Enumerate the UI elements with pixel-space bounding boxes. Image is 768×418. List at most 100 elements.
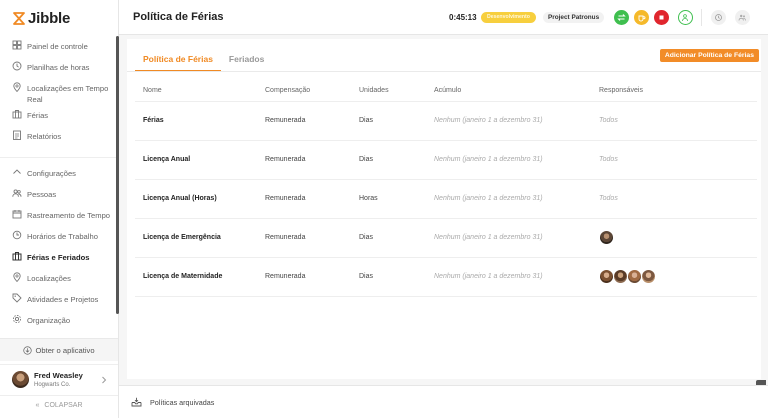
assignee-avatars[interactable] [599, 230, 757, 245]
people-icon [12, 189, 22, 197]
footer-bar: Políticas arquivadas [119, 385, 768, 418]
sidebar-item-label: Pessoas [27, 190, 57, 199]
policy-compensation: Remunerada [257, 179, 351, 219]
column-header-name[interactable]: Nome [135, 80, 257, 102]
sidebar-item-label: Horários de Trabalho [27, 232, 98, 241]
user-name: Fred Weasley [34, 371, 83, 380]
coffee-icon [638, 15, 646, 22]
sidebar: Jibble Painel de controle Planilhas de h… [0, 0, 119, 418]
sidebar-item-timesheets[interactable]: Planilhas de horas [0, 61, 116, 82]
sidebar-item-dashboard[interactable]: Painel de controle [0, 40, 116, 61]
header-divider [701, 9, 702, 26]
table-row[interactable]: Licença Anual (Horas) Remunerada Horas N… [135, 179, 757, 219]
column-header-units: Unidades [351, 80, 426, 102]
clock-icon [12, 61, 22, 71]
policies-table: Nome Compensação Unidades Acúmulo Respon… [135, 80, 757, 297]
assignee-avatars[interactable] [599, 269, 757, 284]
sidebar-item-locations[interactable]: Localizações [0, 272, 116, 293]
clock-outline-icon [715, 14, 722, 21]
clock-in-person-button[interactable] [678, 10, 693, 25]
sidebar-item-reports[interactable]: Relatórios [0, 130, 116, 151]
policy-assignees: Todos [591, 140, 757, 180]
policy-units: Dias [351, 140, 426, 180]
table-row[interactable]: Licença de Maternidade Remunerada Dias N… [135, 257, 757, 297]
tabs: Política de Férias Feriados [135, 49, 272, 72]
download-icon [23, 345, 33, 355]
double-chevron-left-icon: « [35, 402, 40, 409]
collapse-label: COLAPSAR [44, 402, 83, 409]
sidebar-item-time-tracking[interactable]: Rastreamento de Tempo [0, 209, 116, 230]
avatar [641, 269, 656, 284]
get-app-button[interactable]: Obter o aplicativo [0, 338, 118, 361]
switch-activity-button[interactable] [614, 10, 629, 25]
avatar [599, 230, 614, 245]
archived-policies-link[interactable]: Políticas arquivadas [131, 397, 214, 407]
tab-holidays[interactable]: Feriados [221, 49, 272, 72]
column-header-assignees: Responsáveis [591, 80, 757, 102]
dashboard-icon [12, 40, 22, 50]
brand-name: Jibble [28, 9, 71, 27]
main-content: Política de Férias Feriados Adicionar Po… [119, 35, 768, 418]
table-header-row: Nome Compensação Unidades Acúmulo Respon… [135, 80, 757, 102]
policy-accrual: Nenhum (janeiro 1 a dezembro 31) [426, 179, 591, 219]
project-badge[interactable]: Project Patronus [543, 12, 605, 23]
tag-icon [12, 293, 22, 303]
sidebar-item-live-locations[interactable]: Localizações em Tempo Real [0, 82, 116, 109]
policy-name: Licença Anual (Horas) [135, 179, 257, 219]
archive-tray-icon [131, 397, 142, 407]
location-pin-icon [13, 272, 21, 282]
table-row[interactable]: Licença de Emergência Remunerada Dias Ne… [135, 218, 757, 258]
break-button[interactable] [634, 10, 649, 25]
policy-assignees [591, 218, 757, 258]
time-tracking-icon [12, 210, 22, 219]
chevron-right-icon [102, 376, 107, 384]
table-row[interactable]: Licença Anual Remunerada Dias Nenhum (ja… [135, 140, 757, 180]
sidebar-item-label: Rastreamento de Tempo [27, 211, 111, 220]
sidebar-item-label: Atividades e Projetos [27, 295, 99, 304]
jibble-logo-icon [13, 11, 25, 25]
user-menu[interactable]: Fred Weasley Hogwarts Co. [0, 364, 118, 394]
collapse-sidebar-button[interactable]: « COLAPSAR [0, 395, 118, 415]
add-policy-button[interactable]: Adicionar Política de Férias [659, 49, 759, 62]
sidebar-item-label: Planilhas de horas [27, 63, 90, 72]
policy-assignees: Todos [591, 179, 757, 219]
table-row[interactable]: Férias Remunerada Dias Nenhum (janeiro 1… [135, 101, 757, 141]
sidebar-section-settings[interactable]: Configurações [0, 167, 116, 188]
notifications-button[interactable] [711, 10, 726, 25]
chevron-up-icon [13, 169, 21, 174]
stop-button[interactable] [654, 10, 669, 25]
policy-name: Licença de Emergência [135, 218, 257, 258]
sidebar-item-label: Férias e Feriados [27, 253, 90, 262]
work-schedule-icon [12, 230, 22, 240]
archived-policies-label: Políticas arquivadas [150, 397, 215, 407]
top-header: Política de Férias 0:45:13 Desenvolvimen… [119, 0, 768, 35]
sidebar-item-time-off[interactable]: Férias [0, 109, 116, 130]
policy-assignees [591, 257, 757, 297]
sidebar-item-organization[interactable]: Organização [0, 314, 116, 335]
policy-accrual: Nenhum (janeiro 1 a dezembro 31) [426, 218, 591, 258]
swap-arrows-icon [617, 14, 626, 21]
activity-badge[interactable]: Desenvolvimento [481, 12, 536, 23]
sidebar-item-activities-projects[interactable]: Atividades e Projetos [0, 293, 116, 314]
column-header-compensation: Compensação [257, 80, 351, 102]
policy-units: Dias [351, 218, 426, 258]
policy-units: Dias [351, 257, 426, 297]
people-switch-button[interactable] [735, 10, 750, 25]
sidebar-item-label: Férias [27, 111, 49, 120]
sidebar-item-work-schedules[interactable]: Horários de Trabalho [0, 230, 116, 251]
policy-compensation: Remunerada [257, 140, 351, 180]
policy-units: Dias [351, 101, 426, 141]
report-icon [13, 130, 21, 140]
policy-accrual: Nenhum (janeiro 1 a dezembro 31) [426, 101, 591, 141]
sidebar-item-time-off-holidays[interactable]: Férias e Feriados [0, 251, 116, 272]
suitcase-icon [12, 110, 22, 119]
policy-name: Licença Anual [135, 140, 257, 180]
sidebar-item-label: Localizações [27, 274, 71, 283]
sidebar-divider [0, 157, 116, 158]
sidebar-item-people[interactable]: Pessoas [0, 188, 116, 209]
tab-time-off-policies[interactable]: Política de Férias [135, 49, 221, 72]
sidebar-item-label: Localizações em Tempo Real [27, 84, 109, 104]
page-title: Política de Férias [133, 11, 224, 23]
get-app-label: Obter o aplicativo [35, 345, 95, 355]
brand-logo[interactable]: Jibble [13, 9, 71, 27]
